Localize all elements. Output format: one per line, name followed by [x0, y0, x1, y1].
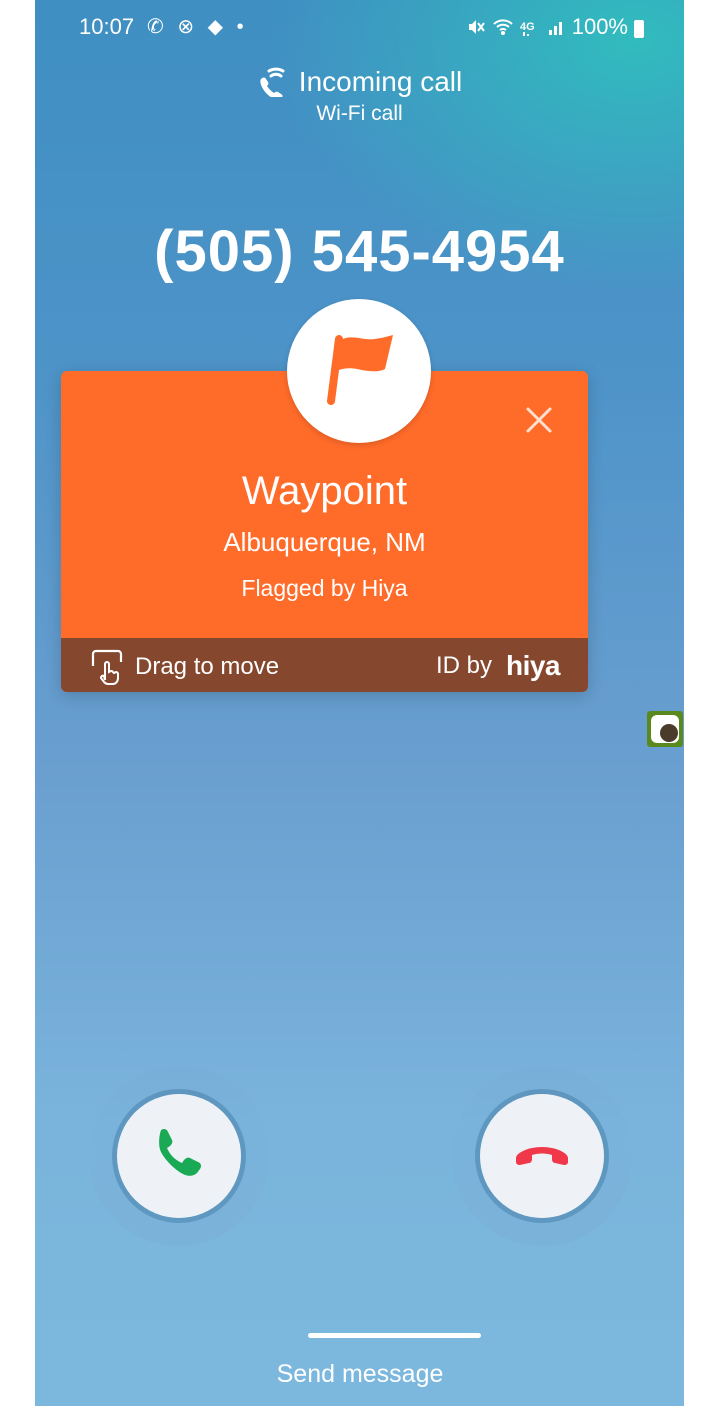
hiya-logo: hiya [505, 650, 561, 681]
signal-icon [548, 22, 562, 35]
close-icon[interactable] [522, 403, 556, 437]
svg-text:4G: 4G [520, 21, 535, 33]
status-bar: 10:07 ✆ ⊗ ◆ • 4G 100% [35, 0, 684, 56]
caller-location: Albuquerque, NM [223, 527, 426, 557]
drag-to-move-label: Drag to move [135, 653, 280, 680]
caller-name: Waypoint [241, 469, 408, 513]
id-by-label: ID by [435, 652, 492, 679]
phone-hangup-icon [516, 1147, 568, 1165]
floating-app-icon[interactable] [647, 711, 683, 747]
card-footer: Drag to move ID by hiya [61, 638, 588, 692]
caller-number: (505) 545-4954 [154, 219, 565, 284]
flagged-label: Flagged by Hiya [241, 575, 408, 601]
battery-icon [634, 20, 644, 38]
wifi-call-label: Wi-Fi call [316, 102, 403, 125]
incoming-call-title: Incoming call [298, 66, 463, 97]
answer-call-button[interactable] [117, 1094, 241, 1218]
notification-icons: ✆ ⊗ ◆ • [147, 16, 248, 38]
phone-answer-icon [159, 1128, 202, 1176]
incoming-call-label: Incoming call [35, 66, 684, 98]
send-message-handle[interactable] [308, 1333, 481, 1338]
wifi-phone-icon [260, 67, 285, 97]
drag-to-move[interactable]: Drag to move [89, 648, 279, 686]
wifi-calling-icon [493, 19, 513, 35]
call-header: Incoming call Wi-Fi call [35, 66, 684, 126]
decline-call-button[interactable] [480, 1094, 604, 1218]
send-message-label[interactable]: Send message [0, 1360, 720, 1389]
battery-percent: 100% [571, 14, 628, 39]
mute-icon [468, 20, 485, 34]
flag-badge [287, 299, 431, 443]
id-by: ID by hiya [435, 650, 561, 682]
status-time: 10:07 [79, 14, 135, 39]
drag-hand-icon [91, 649, 123, 685]
lte-icon: 4G [520, 21, 535, 36]
flag-icon [327, 335, 393, 405]
system-icons: 4G 100% [466, 14, 644, 40]
